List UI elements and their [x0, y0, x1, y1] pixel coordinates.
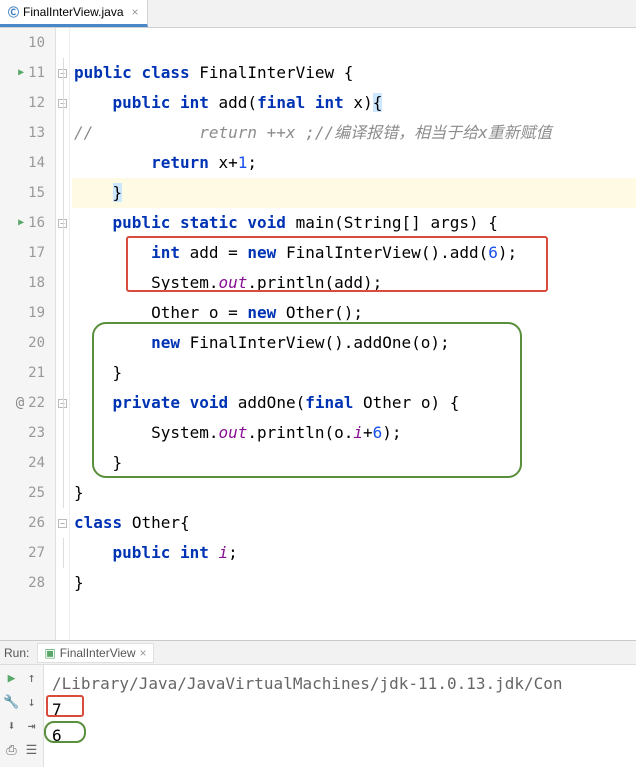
line-number: 19: [28, 298, 45, 328]
file-tab-active[interactable]: Ⓒ FinalInterView.java ×: [0, 0, 148, 27]
fold-toggle[interactable]: −: [58, 519, 67, 528]
run-toolbar: ▶ ↑ 🔧 ↓ ⬇ ⇥ ⎙ ☰: [0, 665, 44, 767]
print-button[interactable]: ☰: [23, 741, 41, 759]
console-output[interactable]: /Library/Java/JavaVirtualMachines/jdk-11…: [44, 665, 636, 767]
run-label: Run:: [4, 646, 29, 660]
line-number: 23: [28, 418, 45, 448]
export-button[interactable]: ⬇: [3, 717, 21, 735]
run-gutter-icon[interactable]: ▶: [18, 208, 24, 238]
close-icon[interactable]: ×: [140, 646, 147, 660]
fold-column: − − − − −: [56, 28, 70, 640]
line-number: 14: [28, 148, 45, 178]
play-icon: ▣: [44, 646, 55, 660]
run-config-tab[interactable]: ▣ FinalInterView ×: [37, 643, 153, 663]
wrap-button[interactable]: ⇥: [23, 717, 41, 735]
tab-filename: FinalInterView.java: [23, 5, 124, 19]
gutter: 10 ▶11 12 13 14 15 ▶16 17 18 19 20 21 @2…: [0, 28, 56, 640]
close-icon[interactable]: ×: [132, 5, 139, 19]
output-line: 6: [52, 723, 628, 749]
code-content[interactable]: public class FinalInterView { public int…: [70, 28, 636, 640]
line-number: 24: [28, 448, 45, 478]
rerun-button[interactable]: ▶: [3, 669, 21, 687]
down-stack-button[interactable]: ↓: [23, 693, 41, 711]
line-number: 12: [28, 88, 45, 118]
line-number: 26: [28, 508, 45, 538]
settings-icon[interactable]: 🔧: [3, 693, 21, 711]
output-line: /Library/Java/JavaVirtualMachines/jdk-11…: [52, 671, 628, 697]
line-number: 16: [28, 208, 45, 238]
code-editor[interactable]: 10 ▶11 12 13 14 15 ▶16 17 18 19 20 21 @2…: [0, 28, 636, 640]
run-gutter-icon[interactable]: ▶: [18, 58, 24, 88]
line-number: 13: [28, 118, 45, 148]
line-number: 28: [28, 568, 45, 598]
line-number: 27: [28, 538, 45, 568]
line-number: 10: [28, 28, 45, 58]
override-gutter-icon[interactable]: @: [16, 388, 24, 418]
output-line: 7: [52, 697, 628, 723]
java-class-icon: Ⓒ: [8, 4, 19, 20]
line-number: 15: [28, 178, 45, 208]
line-number: 21: [28, 358, 45, 388]
line-number: 22: [28, 388, 45, 418]
up-stack-button[interactable]: ↑: [23, 669, 41, 687]
line-number: 11: [28, 58, 45, 88]
run-tool-window: Run: ▣ FinalInterView × ▶ ↑ 🔧 ↓ ⬇ ⇥ ⎙ ☰: [0, 640, 636, 767]
screenshot-button[interactable]: ⎙: [3, 741, 21, 759]
line-number: 17: [28, 238, 45, 268]
line-number: 25: [28, 478, 45, 508]
editor-tab-bar: Ⓒ FinalInterView.java ×: [0, 0, 636, 28]
line-number: 18: [28, 268, 45, 298]
line-number: 20: [28, 328, 45, 358]
